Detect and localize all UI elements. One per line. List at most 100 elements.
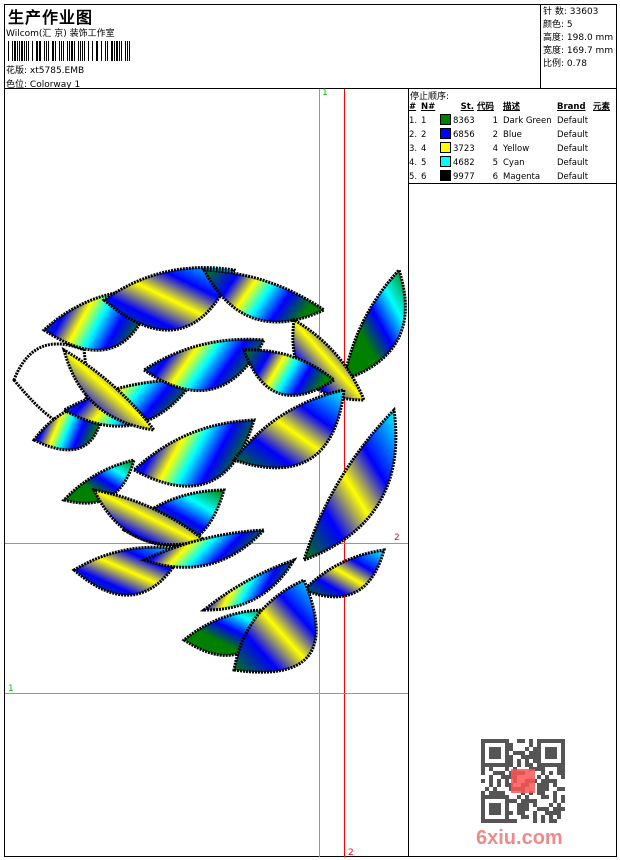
qr-module (553, 763, 557, 767)
qr-module (549, 803, 553, 807)
color-swatch (440, 128, 451, 139)
qr-module (561, 763, 565, 767)
row-desc: Dark Green (503, 115, 552, 126)
qr-module (489, 783, 493, 787)
qr-module (557, 803, 561, 807)
qr-module (497, 791, 501, 795)
qr-module (493, 811, 497, 815)
qr-module (497, 803, 501, 807)
qr-module (481, 795, 485, 799)
qr-module (525, 759, 529, 763)
qr-module (553, 791, 557, 795)
barcode-bar (21, 41, 23, 61)
qr-module (489, 791, 493, 795)
qr-module (509, 759, 513, 763)
qr-module (537, 747, 541, 751)
qr-module (529, 755, 533, 759)
qr-module (541, 787, 545, 791)
qr-module (517, 739, 521, 743)
qr-module (545, 755, 549, 759)
qr-module (505, 799, 509, 803)
embroidery-petal (301, 548, 387, 599)
col-desc: 描述 (503, 102, 521, 112)
qr-module (521, 751, 525, 755)
qr-module (485, 763, 489, 767)
qr-module (561, 739, 565, 743)
qr-module (481, 755, 485, 759)
qr-module (481, 807, 485, 811)
qr-module (497, 807, 501, 811)
barcode-bar (84, 41, 85, 61)
qr-module (517, 803, 521, 807)
qr-module (517, 763, 521, 767)
row-code: 5 (492, 157, 498, 168)
barcode-bar (46, 41, 47, 61)
qr-module (505, 779, 509, 783)
row-index: 1. (409, 115, 418, 126)
row-code: 1 (492, 115, 498, 126)
qr-module (497, 751, 501, 755)
qr-module (489, 755, 493, 759)
stat-height: 高度: 198.0 mm (543, 33, 614, 43)
row-stitches: 9977 (453, 172, 475, 182)
qr-module (509, 799, 513, 803)
qr-module (481, 815, 485, 819)
qr-module (545, 787, 549, 791)
qr-module (481, 799, 485, 803)
stat-scale: 比例: 0.78 (543, 59, 587, 69)
qr-module (485, 739, 489, 743)
qr-module (557, 767, 561, 771)
qr-module (497, 783, 501, 787)
qr-module (541, 815, 545, 819)
qr-module (521, 755, 525, 759)
design-value: xt5785.EMB (29, 66, 85, 76)
qr-module (525, 795, 529, 799)
row-n: 2 (421, 129, 427, 140)
qr-module (533, 799, 537, 803)
row-desc: Yellow (503, 143, 530, 154)
qr-module (525, 799, 529, 803)
watermark-logo: 6xiu.com (476, 827, 563, 849)
qr-module (521, 739, 525, 743)
color-swatch (440, 142, 451, 153)
qr-module (533, 811, 537, 815)
qr-module (541, 791, 545, 795)
studio-name: Wilcom(汇 京) 装饰工作室 (6, 29, 115, 39)
qr-module (481, 811, 485, 815)
qr-module (521, 803, 525, 807)
qr-module (481, 803, 485, 807)
barcode-bar (8, 41, 9, 61)
qr-module (505, 815, 509, 819)
qr-module (529, 739, 533, 743)
qr-module (553, 755, 557, 759)
barcode-bar (36, 41, 38, 61)
design-file: 花版: xt5785.EMB (6, 63, 84, 76)
qr-module (549, 755, 553, 759)
qr-module (509, 819, 513, 823)
qr-module (505, 767, 509, 771)
qr-module (505, 763, 509, 767)
qr-module (553, 799, 557, 803)
qr-module (489, 819, 493, 823)
qr-code (481, 739, 565, 823)
qr-module (537, 791, 541, 795)
qr-module (537, 763, 541, 767)
qr-module (517, 759, 521, 763)
row-stitches: 3723 (453, 144, 475, 154)
col-code: 代码 (477, 102, 495, 112)
qr-module (501, 771, 505, 775)
qr-module (521, 811, 525, 815)
qr-module (529, 751, 533, 755)
barcode-bar (59, 41, 60, 61)
qr-module (493, 755, 497, 759)
qr-module (489, 763, 493, 767)
qr-module (497, 739, 501, 743)
qr-module (481, 779, 485, 783)
qr-module (553, 795, 557, 799)
row-index: 2. (409, 129, 418, 140)
barcode-bar (12, 41, 13, 61)
stop-row: 2. 2 6856 2 Blue Default (409, 128, 610, 142)
qr-module (545, 779, 549, 783)
qr-module (517, 811, 521, 815)
qr-module (561, 747, 565, 751)
